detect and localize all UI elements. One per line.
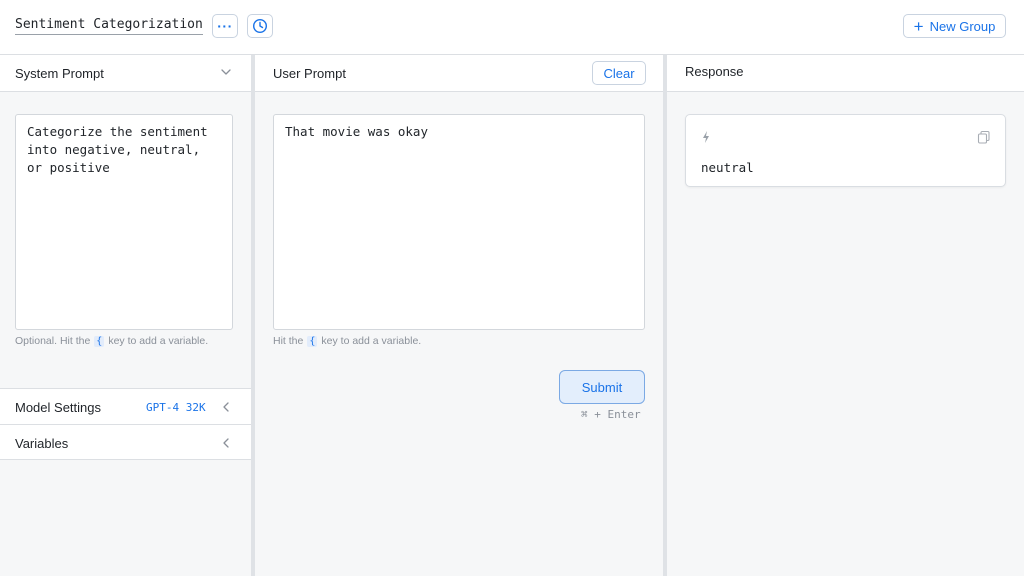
new-group-button[interactable]: + New Group — [903, 14, 1006, 38]
clear-button[interactable]: Clear — [592, 61, 646, 85]
model-settings-label: Model Settings — [15, 400, 101, 415]
user-prompt-input[interactable]: That movie was okay — [273, 114, 645, 330]
new-group-label: New Group — [929, 18, 996, 34]
more-icon: ··· — [217, 18, 233, 34]
system-prompt-header[interactable]: System Prompt — [0, 55, 251, 92]
variables-row[interactable]: Variables — [0, 424, 251, 460]
system-prompt-panel: System Prompt Categorize the sentiment i… — [0, 55, 251, 576]
history-icon — [252, 18, 268, 34]
user-prompt-panel: User Prompt Clear That movie was okay Hi… — [255, 55, 663, 576]
chevron-left-icon[interactable] — [220, 437, 232, 449]
response-title: Response — [685, 64, 744, 79]
variable-key-badge: { — [94, 335, 105, 347]
response-header: Response — [667, 55, 1024, 92]
chevron-down-icon[interactable] — [220, 66, 232, 78]
hint-text: Hit the — [273, 335, 304, 347]
copy-icon[interactable] — [977, 130, 991, 144]
document-title[interactable]: Sentiment Categorization — [15, 17, 203, 35]
top-bar: Sentiment Categorization ··· + New Group — [0, 0, 1024, 55]
hint-text: Optional. Hit the — [15, 335, 91, 347]
submit-button[interactable]: Submit — [559, 370, 645, 404]
hint-text: key to add a variable. — [321, 335, 422, 347]
variable-key-badge: { — [307, 335, 318, 347]
response-panel: Response neutral — [667, 55, 1024, 576]
system-prompt-input[interactable]: Categorize the sentiment into negative, … — [15, 114, 233, 330]
model-settings-row[interactable]: Model Settings GPT-4 32K — [0, 388, 251, 424]
more-options-button[interactable]: ··· — [212, 14, 238, 38]
history-button[interactable] — [247, 14, 273, 38]
response-text: neutral — [701, 160, 754, 175]
user-prompt-hint: Hit the { key to add a variable. — [273, 335, 421, 347]
plus-icon: + — [913, 16, 924, 36]
submit-shortcut: ⌘ + Enter — [581, 408, 641, 421]
model-name: GPT-4 32K — [146, 401, 206, 414]
variables-label: Variables — [15, 436, 69, 451]
user-prompt-title: User Prompt — [273, 66, 346, 81]
system-prompt-title: System Prompt — [15, 66, 104, 81]
user-prompt-header: User Prompt Clear — [255, 55, 663, 92]
chevron-left-icon[interactable] — [220, 401, 232, 413]
bolt-icon — [703, 131, 709, 143]
response-card: neutral — [685, 114, 1006, 187]
system-prompt-hint: Optional. Hit the { key to add a variabl… — [15, 335, 208, 347]
hint-text: key to add a variable. — [108, 335, 209, 347]
